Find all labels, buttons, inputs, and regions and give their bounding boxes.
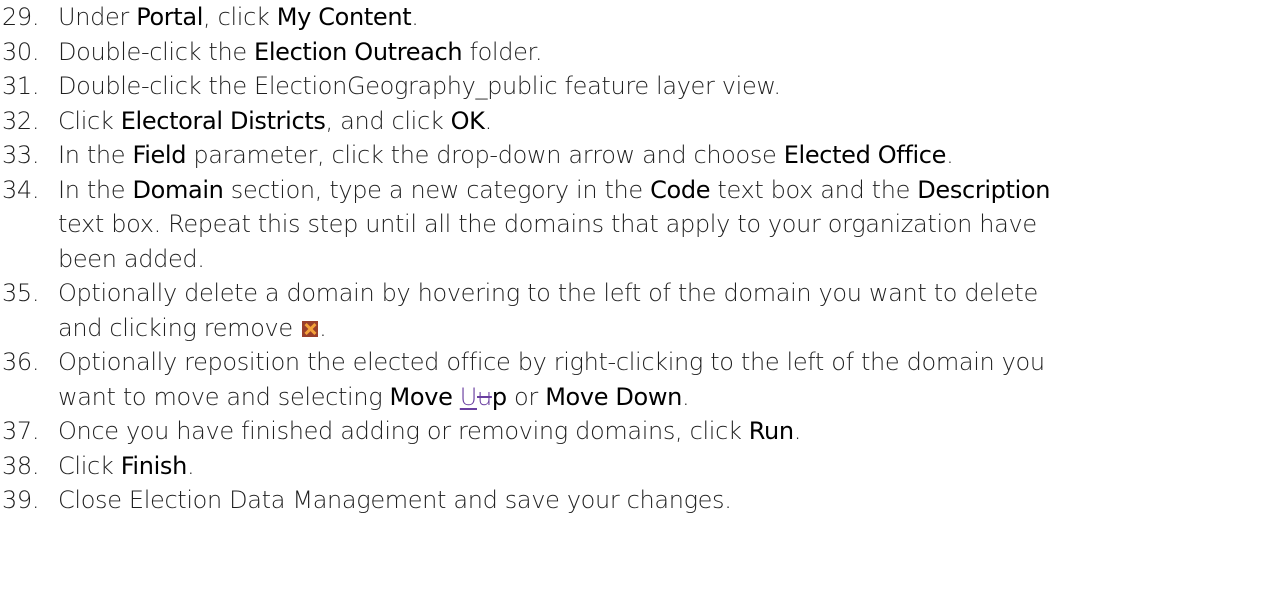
step-text: Double-click the Election Outreach folde… [58, 35, 1282, 70]
deleted-revision-text: u [477, 382, 492, 411]
step-text: Close Election Data Management and save … [58, 483, 1282, 518]
ui-term: Field [132, 141, 187, 169]
step-text: In the Field parameter, click the drop-d… [58, 138, 1282, 173]
step-text-run: section, type a new category in the [223, 175, 651, 204]
step-text-run: text box. Repeat this step until all the… [58, 210, 1037, 238]
step-text: Double-click the ElectionGeography_publi… [58, 69, 1282, 104]
ui-term: Election Outreach [254, 37, 463, 66]
step-item: 36. Optionally reposition the elected off… [0, 345, 1282, 414]
step-text-run: . [682, 382, 690, 411]
step-text-run: Under [58, 3, 137, 31]
step-text-run: Optionally reposition the elected office… [58, 348, 1045, 376]
step-number: 29. [2, 3, 40, 31]
ui-term: Finish [120, 451, 188, 480]
step-text-run: . [186, 451, 195, 480]
step-text-run: In the [58, 141, 133, 169]
step-text-run: . [484, 106, 493, 135]
step-text: Optionally reposition the elected office… [58, 345, 1282, 414]
step-text-run: or [506, 382, 546, 411]
ui-term: p [491, 382, 507, 411]
step-text-run: . [319, 313, 327, 342]
step-text: Click Finish. [58, 449, 1282, 484]
step-text-run: In the [58, 175, 133, 204]
step-item: 38. Click Finish. [0, 449, 1282, 484]
step-number: 36. [2, 348, 40, 376]
step-number: 33. [2, 141, 40, 169]
ui-term: Elected Office [783, 141, 947, 169]
step-text: Under Portal, click My Content. [58, 0, 1282, 35]
step-item: 35. Optionally delete a domain by hoverin… [0, 276, 1282, 345]
step-number: 30. [2, 37, 40, 66]
step-item: 37. Once you have finished adding or remo… [0, 414, 1282, 449]
ui-term: Domain [132, 175, 224, 204]
step-text-run: . [793, 417, 802, 445]
step-item: 31. Double-click the ElectionGeography_pu… [0, 69, 1282, 104]
step-text: Once you have finished adding or removin… [58, 414, 1282, 449]
step-text: Click Electoral Districts, and click OK. [58, 104, 1282, 139]
step-text-run: Once you have finished adding or removin… [58, 417, 749, 445]
step-item: 32. Click Electoral Districts, and click … [0, 104, 1282, 139]
step-text-run: text box and the [710, 175, 918, 204]
ui-term: Move Down [545, 382, 683, 411]
step-text-run: parameter, click the drop-down arrow and… [186, 141, 784, 169]
instruction-steps: 29. Under Portal, click My Content. 30. Dou… [0, 0, 1282, 518]
ui-term: Description [917, 175, 1051, 204]
step-text-run: , and click [325, 106, 451, 135]
step-number: 38. [2, 451, 40, 480]
step-number: 39. [2, 486, 40, 514]
step-text-run: Optionally delete a domain by hovering t… [58, 279, 1038, 307]
ui-term: OK [450, 106, 485, 135]
ui-term: Run [748, 417, 794, 445]
step-text-run: . [946, 141, 954, 169]
step-item: 34. In the Domain section, type a new cat… [0, 173, 1282, 277]
step-text-run: and clicking remove [58, 313, 301, 342]
step-text-run: Close Election Data Management and save … [58, 486, 732, 514]
step-item: 33. In the Field parameter, click the dro… [0, 138, 1282, 173]
ui-term: My Content [276, 3, 412, 31]
step-text: In the Domain section, type a new catego… [58, 173, 1282, 277]
ui-term: Portal [136, 3, 204, 31]
step-number: 31. [2, 72, 40, 100]
ui-term: Move [389, 382, 460, 411]
step-item: 30. Double-click the Election Outreach fo… [0, 35, 1282, 70]
step-number: 37. [2, 417, 40, 445]
step-item: 39. Close Election Data Management and sa… [0, 483, 1282, 518]
step-number: 32. [2, 106, 40, 135]
ui-term: Code [650, 175, 711, 204]
inserted-revision-text: U [459, 382, 478, 411]
step-text-run: want to move and selecting [58, 382, 390, 411]
step-text-run: been added. [58, 244, 205, 273]
ui-term: Electoral Districts [120, 106, 326, 135]
step-text-run: folder. [462, 37, 543, 66]
step-item: 29. Under Portal, click My Content. [0, 0, 1282, 35]
step-text: Optionally delete a domain by hovering t… [58, 276, 1282, 345]
step-text-run: Click [58, 106, 121, 135]
step-number: 35. [2, 279, 40, 307]
step-text-run: . [411, 3, 419, 31]
step-text-run: Double-click the ElectionGeography_publi… [58, 72, 781, 100]
step-text-run: , click [203, 3, 277, 31]
step-text-run: Click [58, 451, 121, 480]
step-number: 34. [2, 175, 40, 204]
remove-icon [302, 320, 319, 337]
step-text-run: Double-click the [58, 37, 255, 66]
